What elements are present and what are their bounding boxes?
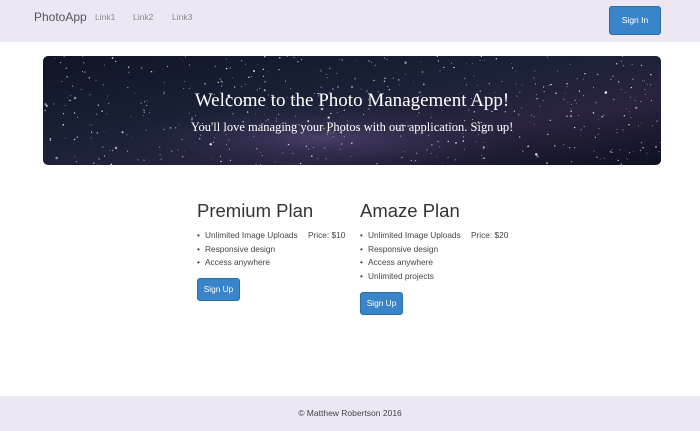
list-item: Access anywhere xyxy=(360,256,461,270)
nav-link-1[interactable]: Link1 xyxy=(95,12,115,22)
brand-link[interactable]: PhotoApp xyxy=(34,10,87,24)
nav-link-3[interactable]: Link3 xyxy=(172,12,192,22)
feature-list: Unlimited Image Uploads Responsive desig… xyxy=(197,229,298,270)
plan-price: Price: $10 xyxy=(308,230,346,240)
list-item: Unlimited Image Uploads xyxy=(360,229,461,243)
sign-in-button[interactable]: Sign In xyxy=(609,6,661,35)
list-item: Unlimited projects xyxy=(360,270,461,284)
hero-banner: Welcome to the Photo Management App! You… xyxy=(43,56,661,165)
copyright-text: © Matthew Robertson 2016 xyxy=(298,408,402,418)
navbar: PhotoApp Link1 Link2 Link3 Sign In xyxy=(0,0,700,42)
hero-title: Welcome to the Photo Management App! xyxy=(194,90,510,111)
sign-up-button[interactable]: Sign Up xyxy=(197,278,240,301)
list-item: Unlimited Image Uploads xyxy=(197,229,298,243)
feature-list: Unlimited Image Uploads Responsive desig… xyxy=(360,229,461,283)
plan-title: Amaze Plan xyxy=(360,200,460,221)
footer: © Matthew Robertson 2016 xyxy=(0,396,700,431)
plan-price: Price: $20 xyxy=(471,230,509,240)
list-item: Responsive design xyxy=(197,243,298,257)
hero-subtitle: You'll love managing your Photos with ou… xyxy=(190,120,514,134)
sign-up-button[interactable]: Sign Up xyxy=(360,292,403,315)
list-item: Access anywhere xyxy=(197,256,298,270)
plan-card-premium: Premium Plan Unlimited Image Uploads Res… xyxy=(197,200,345,301)
list-item: Responsive design xyxy=(360,243,461,257)
plan-title: Premium Plan xyxy=(197,200,314,221)
nav-link-2[interactable]: Link2 xyxy=(133,12,153,22)
plan-card-amaze: Amaze Plan Unlimited Image Uploads Respo… xyxy=(360,200,508,315)
